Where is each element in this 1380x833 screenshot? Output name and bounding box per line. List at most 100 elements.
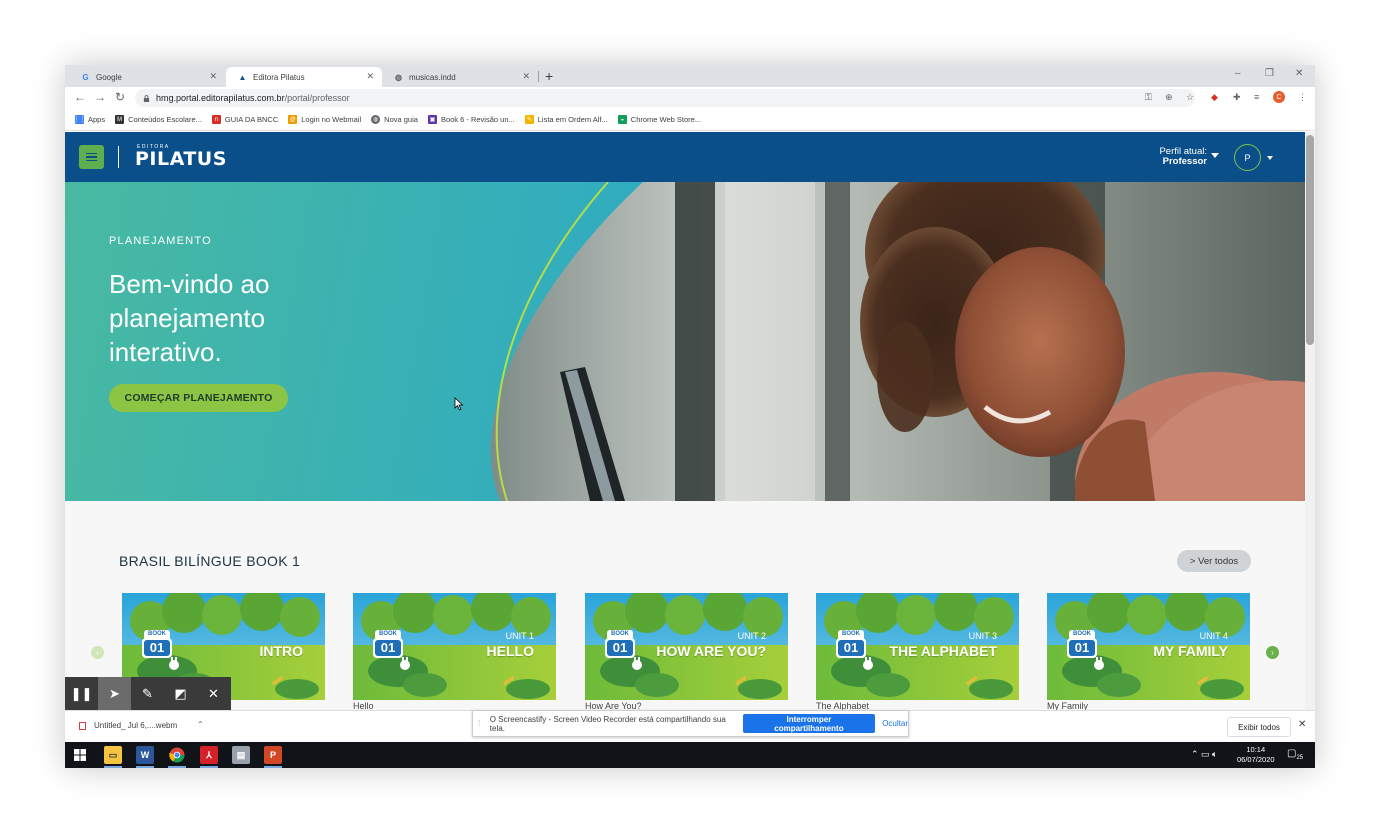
pen-icon[interactable]: ✎ <box>131 677 164 710</box>
reading-list-icon[interactable]: ≡ <box>1254 92 1259 102</box>
url-host: hmg.portal.editorapilatus.com.br <box>156 93 285 103</box>
stop-sharing-button[interactable]: Interromper compartilhamento <box>742 714 876 733</box>
file-icon <box>79 721 86 730</box>
unit-number: UNIT 3 <box>968 631 997 641</box>
bookmark-webstore[interactable]: ◒ Chrome Web Store... <box>617 115 701 124</box>
forward-icon[interactable]: → <box>94 90 106 104</box>
unit-card[interactable]: BOOK 01 UNIT 4 MY FAMILY <box>1047 587 1250 700</box>
globe-icon: ◍ <box>395 72 402 82</box>
bookmark-webmail[interactable]: @ Login no Webmail <box>288 115 361 124</box>
start-planning-button[interactable]: COMEÇAR PLANEJAMENTO <box>109 384 288 412</box>
header-divider <box>118 146 119 168</box>
apps-grid-icon: ⋮⋮ <box>73 115 86 124</box>
bookmarks-bar: ⋮⋮ Apps M Conteúdos Escolare... n GUIA DA B… <box>65 109 1315 131</box>
close-icon[interactable]: ✕ <box>197 677 230 710</box>
unit-banner-title: HELLO <box>486 643 534 659</box>
pointer-icon[interactable]: ➤ <box>98 677 131 710</box>
screencastify-toolbar: ❚❚ ➤ ✎ ◩ ✕ <box>65 677 231 710</box>
address-bar[interactable]: hmg.portal.editorapilatus.com.br/portal/… <box>135 89 1195 107</box>
download-item[interactable]: Untitled_ Jul 6,....webm <box>79 721 177 730</box>
google-icon: G <box>82 72 89 82</box>
chevron-up-icon[interactable]: ⌃ <box>197 720 204 729</box>
book-badge-number: 01 <box>380 640 396 655</box>
unit-card[interactable]: BOOK 01 UNIT 1 HELLO <box>353 587 556 700</box>
bookmark-book6[interactable]: ▣ Book 6 - Revisão un... <box>427 115 515 124</box>
word-icon[interactable]: W <box>136 746 154 764</box>
star-icon[interactable]: ☆ <box>1186 92 1194 103</box>
site-icon: M <box>115 115 125 124</box>
screen-share-notice: ⁞ O Screencastify - Screen Video Recorde… <box>472 710 909 737</box>
file-explorer-icon[interactable]: ▭ <box>104 746 122 764</box>
puzzle-icon[interactable]: ✚ <box>1233 92 1241 103</box>
lock-icon <box>143 94 150 102</box>
book-badge-number: 01 <box>843 640 859 655</box>
windows-start-icon[interactable] <box>74 749 86 761</box>
unit-banner-title: INTRO <box>259 643 303 659</box>
powerpoint-icon[interactable]: P <box>264 746 282 764</box>
browser-toolbar: ← → ↻ hmg.portal.editorapilatus.com.br/p… <box>65 87 1315 109</box>
chrome-icon[interactable] <box>168 746 186 764</box>
drag-handle-icon[interactable]: ⁞ <box>478 719 484 728</box>
profile-caret-icon[interactable] <box>1211 153 1219 158</box>
profile-selector[interactable]: Perfil atual: Professor <box>1157 147 1207 167</box>
close-shelf-icon[interactable]: ✕ <box>1298 719 1306 730</box>
unit-number: UNIT 1 <box>505 631 534 641</box>
zoom-icon[interactable]: ⊕ <box>1165 92 1173 103</box>
bookmark-apps[interactable]: ⋮⋮ Apps <box>73 115 105 124</box>
profile-value: Professor <box>1162 156 1207 167</box>
globe-icon: ◍ <box>371 115 381 124</box>
user-avatar[interactable]: P <box>1234 144 1261 171</box>
share-message: O Screencastify - Screen Video Recorder … <box>489 714 726 733</box>
close-window-icon[interactable]: ✕ <box>1295 68 1303 79</box>
bookmark-nova-guia[interactable]: ◍ Nova guia <box>371 115 418 124</box>
taskbar-clock[interactable]: 10:14 06/07/2020 <box>1237 745 1275 765</box>
scrollbar-thumb[interactable] <box>1306 135 1314 345</box>
show-all-button[interactable]: Exibir todos <box>1227 717 1291 737</box>
back-icon[interactable]: ← <box>74 90 86 104</box>
notification-count: 25 <box>1296 755 1304 761</box>
new-tab-button[interactable]: + <box>545 68 553 84</box>
tab-musicas[interactable]: ◍ musicas.indd ✕ <box>382 67 538 87</box>
webmail-icon: @ <box>288 115 298 124</box>
bookmark-guia-bncc[interactable]: n GUIA DA BNCC <box>211 115 278 124</box>
close-tab-icon[interactable]: ✕ <box>209 71 217 82</box>
unit-card[interactable]: BOOK 01 UNIT 2 HOW ARE YOU? <box>585 587 788 700</box>
unit-card[interactable]: BOOK 01 UNIT 3 THE ALPHABET <box>816 587 1019 700</box>
extension-icon[interactable]: ◆ <box>1211 92 1218 103</box>
reload-icon[interactable]: ↻ <box>115 90 125 104</box>
book-badge-label: BOOK <box>1073 631 1091 637</box>
book-badge-number: 01 <box>612 640 628 655</box>
eraser-icon[interactable]: ◩ <box>164 677 197 710</box>
unit-number: UNIT 2 <box>737 631 766 641</box>
pilatus-logo[interactable]: PILATUS <box>135 148 227 170</box>
section-title: BRASIL BILÍNGUE BOOK 1 <box>119 553 301 569</box>
tab-editora-pilatus[interactable]: ▲ Editora Pilatus ✕ <box>226 67 382 87</box>
system-tray[interactable]: ⌃ ▭ 🔈︎ <box>1191 749 1217 760</box>
hamburger-menu-button[interactable] <box>79 145 104 169</box>
minimize-icon[interactable]: – <box>1235 68 1241 79</box>
tab-title: musicas.indd <box>409 72 456 82</box>
acrobat-icon[interactable]: ⅄ <box>200 746 218 764</box>
profile-avatar-icon[interactable]: C <box>1273 91 1285 103</box>
book-section: BRASIL BILÍNGUE BOOK 1 > Ver todos ‹ › B… <box>65 501 1305 711</box>
printer-icon[interactable]: ▤ <box>232 746 250 764</box>
carousel-next-icon[interactable]: › <box>1266 646 1279 659</box>
kebab-menu-icon[interactable]: ⋮ <box>1298 92 1307 103</box>
carousel-prev-icon[interactable]: ‹ <box>91 646 104 659</box>
notification-center-icon[interactable]: ▢25 <box>1287 748 1303 761</box>
close-tab-icon[interactable]: ✕ <box>522 71 530 82</box>
see-all-button[interactable]: > Ver todos <box>1177 550 1251 572</box>
hide-link[interactable]: Ocultar <box>882 719 908 728</box>
bookmark-conteudos[interactable]: M Conteúdos Escolare... <box>115 115 202 124</box>
tab-google[interactable]: G Google ✕ <box>69 67 225 87</box>
pause-icon[interactable]: ❚❚ <box>65 677 98 710</box>
url-path: /portal/professor <box>284 93 350 103</box>
tab-strip: G Google ✕ ▲ Editora Pilatus ✕ ◍ musicas… <box>65 65 1315 87</box>
restore-icon[interactable]: ❐ <box>1265 68 1274 79</box>
avatar-caret-icon[interactable] <box>1267 156 1273 160</box>
n-icon: n <box>211 115 221 124</box>
bookmark-lista[interactable]: ✎ Lista em Ordem Alf... <box>524 115 608 124</box>
close-tab-icon[interactable]: ✕ <box>366 71 374 82</box>
unit-banner-title: MY FAMILY <box>1153 643 1228 659</box>
key-icon[interactable]: ⚿ <box>1145 92 1152 103</box>
